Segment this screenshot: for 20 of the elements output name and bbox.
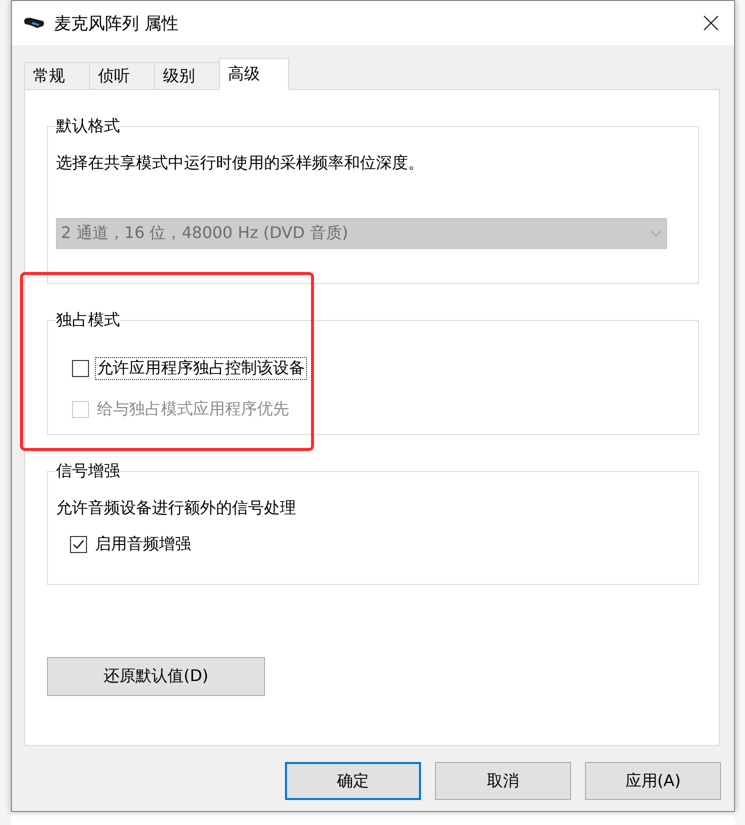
restore-defaults-button[interactable]: 还原默认值(D) — [47, 657, 265, 696]
microphone-array-icon — [23, 16, 45, 30]
checkbox[interactable] — [72, 360, 89, 376]
checkbox-label[interactable]: 允许应用程序独占控制该设备 — [95, 356, 307, 380]
close-icon — [703, 15, 719, 31]
check-icon — [72, 538, 85, 550]
dialog-button[interactable]: 确定 — [285, 762, 421, 800]
description-text: 选择在共享模式中运行时使用的采样频率和位深度。 — [56, 153, 425, 174]
checkbox-label[interactable]: 启用音频增强 — [93, 532, 193, 556]
tab[interactable]: 高级 — [219, 58, 289, 90]
window-title: 麦克风阵列 属性 — [54, 12, 178, 34]
tab[interactable]: 常规 — [24, 62, 90, 89]
group-title: 独占模式 — [56, 310, 120, 331]
dialog-button[interactable]: 应用(A) — [585, 762, 721, 800]
group-title: 信号增强 — [56, 461, 120, 482]
dialog-button[interactable]: 取消 — [435, 762, 571, 800]
description-text: 允许音频设备进行额外的信号处理 — [56, 498, 297, 519]
group-title: 默认格式 — [56, 116, 120, 137]
caret-icon — [650, 230, 662, 238]
checkbox[interactable] — [70, 536, 87, 552]
